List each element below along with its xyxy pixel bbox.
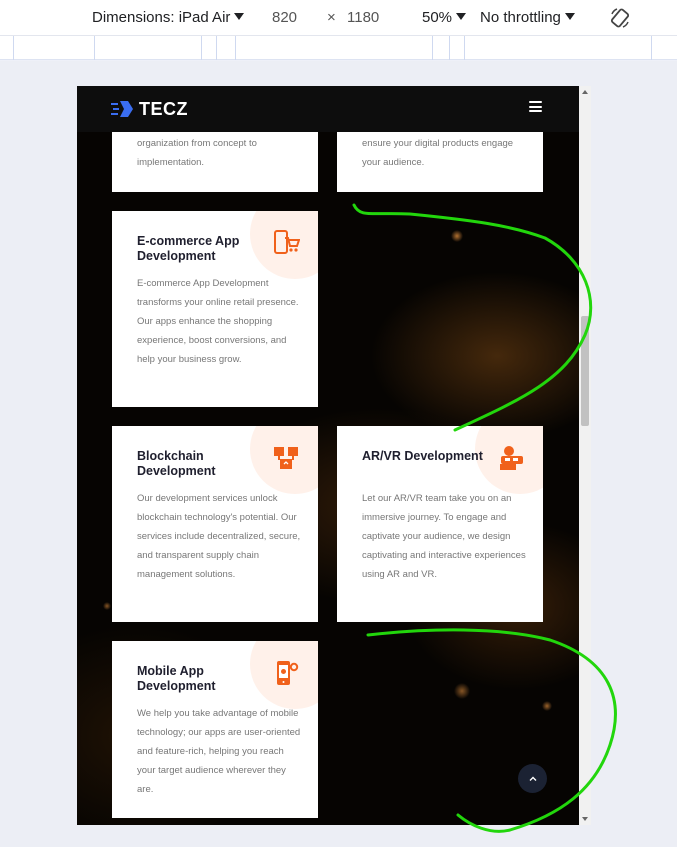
service-card-arvr: AR/VR Development Let our AR/VR team tak…	[337, 426, 543, 622]
site-logo[interactable]: TECZ	[111, 98, 188, 120]
service-card-blockchain: Blockchain Development Our development s…	[112, 426, 318, 622]
chevron-down-icon	[564, 13, 575, 20]
service-card-ecommerce: E-commerce App Development E-commerce Ap…	[112, 211, 318, 407]
chevron-down-icon	[234, 13, 245, 20]
scroll-down-arrow-icon[interactable]	[582, 817, 588, 821]
zoom-dropdown[interactable]: 50%	[422, 9, 467, 26]
media-query-ruler[interactable]	[0, 36, 677, 60]
dimensions-dropdown[interactable]: Dimensions: iPad Air	[92, 9, 245, 26]
dimensions-label: Dimensions: iPad Air	[92, 9, 231, 26]
card-title: Blockchain Development	[137, 449, 216, 478]
card-title: E-commerce App Development	[137, 234, 240, 263]
emulated-page: TECZ organization from concept to implem…	[77, 86, 591, 825]
card-text: Let our AR/VR team take you on an immers…	[362, 493, 526, 580]
scrollbar-thumb[interactable]	[581, 316, 589, 426]
logo-icon	[111, 98, 135, 120]
card-title: AR/VR Development	[362, 449, 483, 463]
service-card-top-left: organization from concept to implementat…	[112, 124, 318, 192]
throttling-dropdown[interactable]: No throttling	[480, 9, 575, 26]
page-scrollbar[interactable]	[579, 86, 591, 825]
card-text: E-commerce App Development transforms yo…	[137, 278, 299, 365]
chevron-down-icon	[456, 13, 467, 20]
service-card-top-right: ensure your digital products engage your…	[337, 124, 543, 192]
times-separator: ×	[327, 9, 336, 26]
devtools-device-toolbar: Dimensions: iPad Air 820 × 1180 50% No t…	[0, 0, 677, 36]
scroll-to-top-button[interactable]	[518, 764, 547, 793]
width-input[interactable]: 820	[272, 9, 297, 26]
card-text: ensure your digital products engage your…	[362, 138, 514, 168]
chevron-up-icon	[529, 776, 536, 781]
card-text: We help you take advantage of mobile tec…	[137, 708, 301, 795]
card-text: organization from concept to implementat…	[137, 138, 257, 168]
service-card-mobile: Mobile App Development We help you take …	[112, 641, 318, 818]
throttling-label: No throttling	[480, 9, 561, 26]
card-title: Mobile App Development	[137, 664, 216, 693]
scroll-up-arrow-icon[interactable]	[582, 90, 588, 94]
card-text: Our development services unlock blockcha…	[137, 493, 301, 580]
site-navbar: TECZ	[77, 86, 579, 132]
rotate-icon[interactable]	[609, 7, 631, 33]
zoom-label: 50%	[422, 9, 453, 26]
hamburger-icon[interactable]	[529, 101, 542, 112]
logo-text: TECZ	[139, 98, 188, 119]
height-input[interactable]: 1180	[347, 9, 379, 26]
